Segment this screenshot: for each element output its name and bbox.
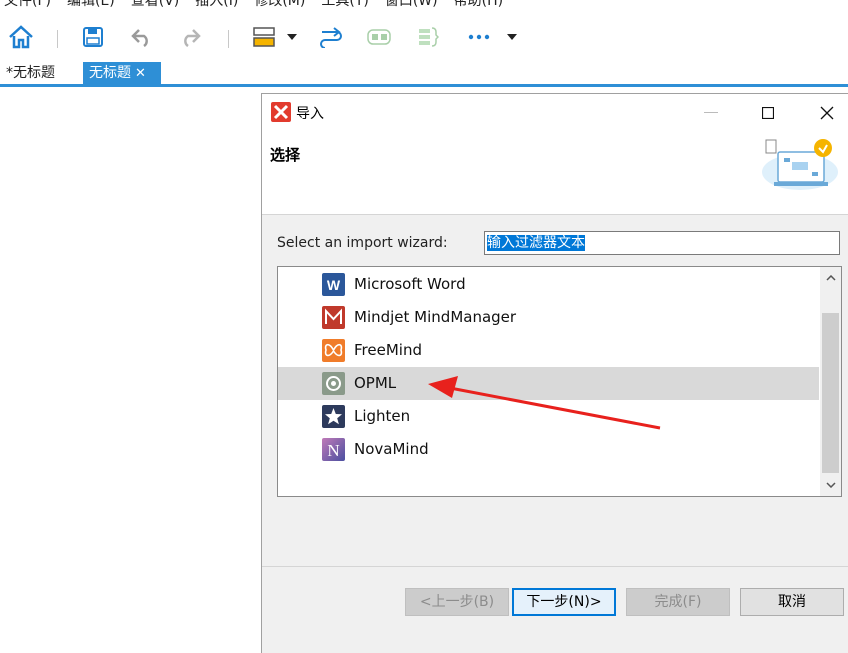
list-item-opml[interactable]: OPML <box>278 367 819 400</box>
list-item-microsoft-word[interactable]: W Microsoft Word <box>278 268 819 301</box>
toolbar <box>0 16 848 60</box>
back-button[interactable]: <上一步(B) <box>405 588 509 616</box>
menu-edit[interactable]: 编辑(E) <box>67 0 115 10</box>
more-icon[interactable] <box>464 22 494 52</box>
save-icon[interactable] <box>78 22 108 52</box>
list-item-freemind[interactable]: FreeMind <box>278 334 819 367</box>
topic-style-icon[interactable] <box>249 22 279 52</box>
lighten-icon <box>321 404 346 429</box>
menu-tools[interactable]: 工具(T) <box>321 0 368 10</box>
maximize-icon[interactable] <box>753 98 783 128</box>
menu-file[interactable]: 文件(F) <box>4 0 51 10</box>
document-tabs: *无标题 无标题 ✕ <box>0 62 848 84</box>
next-button[interactable]: 下一步(N)> <box>512 588 616 616</box>
more-chevron-down-icon[interactable] <box>503 22 521 52</box>
summary-icon[interactable] <box>413 22 443 52</box>
import-wizard-illustration-icon <box>760 136 840 192</box>
tab-untitled[interactable]: 无标题 ✕ <box>83 62 161 84</box>
mindmanager-icon <box>321 305 346 330</box>
scroll-down-icon[interactable] <box>820 476 841 494</box>
svg-text:W: W <box>327 277 341 293</box>
xmind-logo-icon <box>271 102 291 122</box>
filter-label: Select an import wizard: <box>277 235 448 251</box>
filter-input-text: 输入过滤器文本 <box>487 235 585 251</box>
opml-icon <box>321 371 346 396</box>
tab-untitled-modified[interactable]: *无标题 <box>0 62 80 84</box>
import-dialog: 导入 选择 Select an import wizard: 输入过滤器文本 W… <box>261 93 848 653</box>
menu-bar: 文件(F) 编辑(E) 查看(V) 插入(I) 修改(M) 工具(T) 窗口(W… <box>0 0 848 10</box>
scroll-thumb[interactable] <box>822 313 839 473</box>
dialog-subtitle: 选择 <box>270 146 301 164</box>
close-icon[interactable]: ✕ <box>135 66 146 81</box>
tab-underline <box>0 84 848 87</box>
import-wizard-list[interactable]: W Microsoft Word Mindjet MindManager Fre… <box>277 266 842 497</box>
menu-window[interactable]: 窗口(W) <box>385 0 438 10</box>
novamind-icon: N <box>321 437 346 462</box>
home-icon[interactable] <box>6 22 36 52</box>
svg-text:N: N <box>327 441 339 460</box>
menu-help[interactable]: 帮助(H) <box>454 0 503 10</box>
list-item-lighten[interactable]: Lighten <box>278 400 819 433</box>
list-item-novamind[interactable]: N NovaMind <box>278 433 819 466</box>
undo-icon[interactable] <box>127 22 157 52</box>
minimize-icon[interactable] <box>696 98 726 128</box>
close-window-icon[interactable] <box>812 98 842 128</box>
redo-icon[interactable] <box>175 22 205 52</box>
list-item-mindjet-mindmanager[interactable]: Mindjet MindManager <box>278 301 819 334</box>
filter-input[interactable]: 输入过滤器文本 <box>484 231 840 255</box>
dialog-header: 导入 选择 <box>262 94 848 214</box>
freemind-icon <box>321 338 346 363</box>
menu-insert[interactable]: 插入(I) <box>195 0 238 10</box>
dialog-title: 导入 <box>296 106 324 122</box>
chevron-down-icon[interactable] <box>283 22 301 52</box>
boundary-icon[interactable] <box>364 22 394 52</box>
scroll-up-icon[interactable] <box>820 269 841 287</box>
relationship-icon[interactable] <box>316 22 346 52</box>
menu-modify[interactable]: 修改(M) <box>254 0 305 10</box>
cancel-button[interactable]: 取消 <box>740 588 844 616</box>
menu-view[interactable]: 查看(V) <box>131 0 180 10</box>
finish-button[interactable]: 完成(F) <box>626 588 730 616</box>
word-icon: W <box>321 272 346 297</box>
list-scrollbar[interactable] <box>820 267 841 496</box>
